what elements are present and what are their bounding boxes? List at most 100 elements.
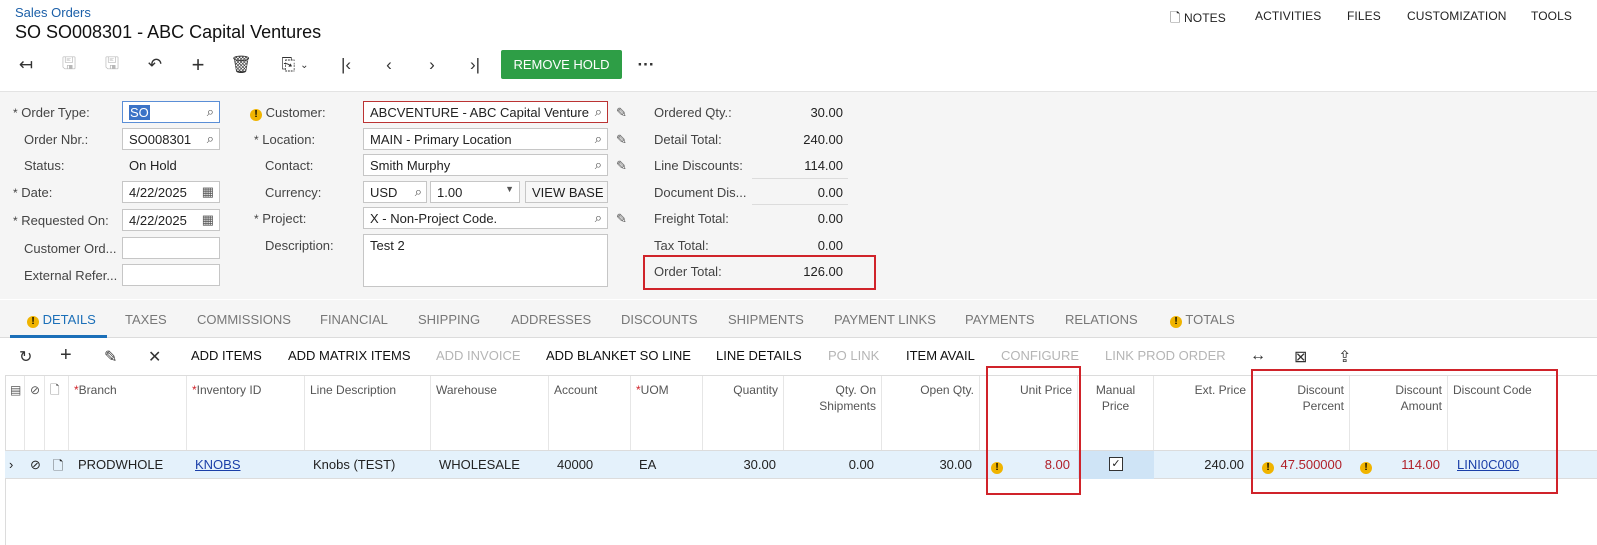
export-excel-icon[interactable]: ⊠: [1294, 347, 1307, 367]
search-icon[interactable]: ⌕: [207, 104, 214, 120]
column-qty-on-shipments[interactable]: Qty. On Shipments: [784, 376, 882, 450]
add-items-button[interactable]: ADD ITEMS: [191, 348, 262, 363]
remove-hold-button[interactable]: REMOVE HOLD: [501, 50, 622, 79]
note-icon[interactable]: 🗋: [53, 457, 63, 479]
save-icon[interactable]: 🖫: [101, 54, 123, 75]
tools-nav[interactable]: TOOLS: [1531, 9, 1572, 23]
save-close-icon[interactable]: 🖫: [58, 54, 80, 75]
link-prod-order-button[interactable]: LINK PROD ORDER: [1105, 348, 1226, 363]
search-icon[interactable]: ⌕: [415, 184, 422, 200]
order-type-field[interactable]: SO ⌕: [122, 101, 220, 123]
project-field[interactable]: X - Non-Project Code. ⌕: [363, 207, 608, 229]
search-icon[interactable]: ⌕: [595, 157, 602, 173]
cell-open-qty[interactable]: 30.00: [882, 457, 972, 472]
upload-icon[interactable]: ⇪: [1338, 347, 1351, 367]
previous-record-icon[interactable]: ‹: [378, 55, 400, 75]
row-settings-icon[interactable]: ▤: [5, 376, 25, 450]
currency-rate-select[interactable]: 1.00 ▼: [430, 181, 520, 203]
first-record-icon[interactable]: |‹: [335, 55, 357, 75]
cell-line-description[interactable]: Knobs (TEST): [313, 457, 395, 472]
column-branch[interactable]: *Branch: [69, 376, 187, 450]
tab-payments[interactable]: PAYMENTS: [965, 312, 1035, 327]
tab-relations[interactable]: RELATIONS: [1065, 312, 1138, 327]
column-uom[interactable]: *UOM: [631, 376, 703, 450]
edit-project-icon[interactable]: ✎: [616, 211, 627, 227]
files-nav[interactable]: FILES: [1347, 9, 1381, 23]
edit-location-icon[interactable]: ✎: [616, 132, 627, 148]
tab-financial[interactable]: FINANCIAL: [320, 312, 388, 327]
tab-details[interactable]: ! DETAILS: [27, 312, 96, 328]
edit-contact-icon[interactable]: ✎: [616, 158, 627, 174]
attachment-icon[interactable]: ⊘: [30, 457, 41, 473]
line-details-button[interactable]: LINE DETAILS: [716, 348, 802, 363]
external-ref-field[interactable]: [122, 264, 220, 286]
cell-warehouse[interactable]: WHOLESALE: [439, 457, 520, 472]
tab-payment-links[interactable]: PAYMENT LINKS: [834, 312, 936, 327]
add-invoice-button[interactable]: ADD INVOICE: [436, 348, 521, 363]
add-icon[interactable]: +: [187, 52, 209, 77]
notes-nav[interactable]: 🗋 NOTES: [1170, 9, 1226, 31]
location-field[interactable]: MAIN - Primary Location ⌕: [363, 128, 608, 150]
fit-columns-icon[interactable]: ↔: [1250, 347, 1266, 365]
breadcrumb-sales-orders[interactable]: Sales Orders: [15, 5, 91, 20]
contact-field[interactable]: Smith Murphy ⌕: [363, 154, 608, 176]
edit-customer-icon[interactable]: ✎: [616, 105, 627, 121]
cell-ext-price[interactable]: 240.00: [1154, 457, 1244, 472]
tab-totals[interactable]: ! TOTALS: [1170, 312, 1235, 328]
view-base-button[interactable]: VIEW BASE: [525, 181, 608, 203]
date-field[interactable]: 4/22/2025 ▦: [122, 181, 220, 203]
search-icon[interactable]: ⌕: [207, 131, 214, 147]
delete-row-icon[interactable]: ✕: [148, 347, 161, 367]
requested-on-field[interactable]: 4/22/2025 ▦: [122, 209, 220, 231]
refresh-icon[interactable]: ↻: [19, 347, 32, 367]
column-manual-price[interactable]: Manual Price: [1078, 376, 1154, 450]
customization-nav[interactable]: CUSTOMIZATION: [1407, 9, 1507, 23]
undo-icon[interactable]: ↶: [144, 55, 166, 75]
column-quantity[interactable]: Quantity: [703, 376, 784, 450]
configure-button[interactable]: CONFIGURE: [1001, 348, 1079, 363]
description-textarea[interactable]: Test 2: [363, 234, 608, 287]
search-icon[interactable]: ⌕: [594, 104, 602, 120]
item-avail-button[interactable]: ITEM AVAIL: [906, 348, 975, 363]
cell-branch[interactable]: PRODWHOLE: [78, 457, 163, 472]
cell-inventory-id-link[interactable]: KNOBS: [195, 457, 241, 472]
customer-order-field[interactable]: [122, 237, 220, 259]
customer-field[interactable]: ABCVENTURE - ABC Capital Venture ⌕: [363, 101, 608, 123]
tab-discounts[interactable]: DISCOUNTS: [621, 312, 698, 327]
add-matrix-items-button[interactable]: ADD MATRIX ITEMS: [288, 348, 411, 363]
order-nbr-field[interactable]: SO008301 ⌕: [122, 128, 220, 150]
add-row-icon[interactable]: +: [60, 344, 72, 367]
column-account[interactable]: Account: [549, 376, 631, 450]
back-icon[interactable]: ↤: [15, 55, 37, 75]
search-icon[interactable]: ⌕: [595, 131, 602, 147]
cell-uom[interactable]: EA: [639, 457, 656, 472]
calendar-icon[interactable]: ▦: [202, 212, 214, 228]
calendar-icon[interactable]: ▦: [202, 184, 214, 200]
column-warehouse[interactable]: Warehouse: [431, 376, 549, 450]
tab-shipments[interactable]: SHIPMENTS: [728, 312, 804, 327]
column-line-description[interactable]: Line Description: [305, 376, 431, 450]
column-ext-price[interactable]: Ext. Price: [1154, 376, 1252, 450]
cell-account[interactable]: 40000: [557, 457, 593, 472]
more-actions-icon[interactable]: ···: [635, 55, 657, 75]
tab-shipping[interactable]: SHIPPING: [418, 312, 480, 327]
next-record-icon[interactable]: ›: [421, 55, 443, 75]
tab-commissions[interactable]: COMMISSIONS: [197, 312, 291, 327]
column-open-qty[interactable]: Open Qty.: [882, 376, 980, 450]
search-icon[interactable]: ⌕: [595, 210, 602, 226]
row-expand-icon[interactable]: ›: [9, 457, 13, 472]
cell-quantity[interactable]: 30.00: [703, 457, 776, 472]
last-record-icon[interactable]: ›|: [464, 55, 486, 75]
activities-nav[interactable]: ACTIVITIES: [1255, 9, 1321, 23]
manual-price-checkbox[interactable]: ✓: [1109, 457, 1123, 471]
copy-paste-icon[interactable]: ⎘ ⌄: [273, 55, 317, 75]
column-inventory-id[interactable]: *Inventory ID: [187, 376, 305, 450]
add-blanket-so-line-button[interactable]: ADD BLANKET SO LINE: [546, 348, 691, 363]
edit-row-icon[interactable]: ✎: [104, 347, 117, 367]
currency-field[interactable]: USD ⌕: [363, 181, 427, 203]
po-link-button[interactable]: PO LINK: [828, 348, 879, 363]
tab-addresses[interactable]: ADDRESSES: [511, 312, 591, 327]
tab-taxes[interactable]: TAXES: [125, 312, 167, 327]
cell-qty-on-shipments[interactable]: 0.00: [784, 457, 874, 472]
delete-icon[interactable]: 🗑: [230, 55, 252, 75]
